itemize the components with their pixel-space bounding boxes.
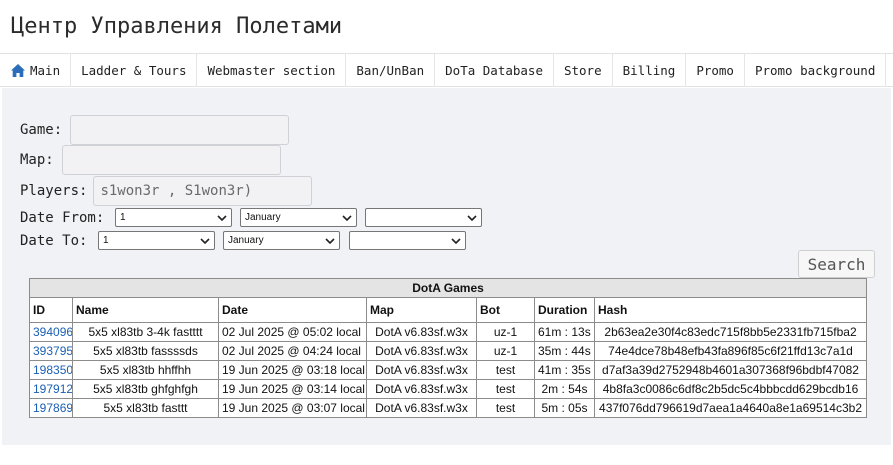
header: Центр Управления Полетами [0, 0, 893, 53]
game-id-link[interactable]: 197869 [33, 401, 72, 415]
table-header-row: ID Name Date Map Bot Duration Hash [29, 297, 868, 323]
players-label: Players: [20, 183, 88, 199]
game-map: DotA v6.83sf.w3x [366, 341, 477, 361]
game-name: 5x5 xl83tb fassssds [72, 341, 219, 361]
game-id-link[interactable]: 393795 [33, 344, 72, 358]
select-value: January [228, 235, 264, 246]
table-row: 393795 5x5 xl83tb fassssds 02 Jul 2025 @… [29, 341, 868, 361]
game-hash: 2b63ea2e30f4c83edc715f8bb5e2331fb715fba2 [593, 322, 868, 342]
nav-item-ban-unban[interactable]: Ban/UnBan [346, 54, 436, 87]
chevron-down-icon [200, 237, 210, 244]
nav-item-label: Main [30, 63, 61, 78]
column-header: Bot [476, 297, 535, 323]
game-bot: test [476, 360, 535, 380]
date-from-row: Date From: 1 January [20, 208, 482, 227]
game-name: 5x5 xl83tb fasttt [72, 398, 219, 418]
nav-item-store[interactable]: Store [554, 54, 613, 87]
game-date: 19 Jun 2025 @ 03:07 local [218, 398, 367, 418]
date-from-year-select[interactable] [365, 208, 482, 227]
game-row: Game: [20, 115, 290, 145]
date-from-month-select[interactable]: January [240, 208, 357, 227]
game-id-link[interactable]: 394096 [33, 325, 72, 339]
table-row: 197912 5x5 xl83tb ghfghfgh 19 Jun 2025 @… [29, 379, 868, 399]
search-button[interactable]: Search [798, 250, 875, 278]
game-bot: uz-1 [476, 341, 535, 361]
game-name: 5x5 xl83tb hhffhh [72, 360, 219, 380]
table-row: 394096 5x5 xl83tb 3-4k fastttt 02 Jul 20… [29, 322, 868, 342]
nav-item-billing[interactable]: Billing [613, 54, 687, 87]
game-date: 19 Jun 2025 @ 03:18 local [218, 360, 367, 380]
column-header: Duration [534, 297, 595, 323]
game-id-link[interactable]: 197912 [33, 382, 72, 396]
column-header: Hash [593, 297, 868, 323]
game-hash: 74e4dce78b48efb43fa896f85c6f21ffd13c7a1d [593, 341, 868, 361]
game-date: 19 Jun 2025 @ 03:14 local [218, 379, 367, 399]
select-value: January [245, 212, 281, 223]
game-bot: uz-1 [476, 322, 535, 342]
game-date: 02 Jul 2025 @ 04:24 local [218, 341, 367, 361]
game-hash: d7af3a39d2752948b4601a307368f96bdbf47082 [593, 360, 868, 380]
column-header: ID [29, 297, 73, 323]
game-duration: 41m : 35s [534, 360, 595, 380]
game-hash: 437f076dd796619d7aea1a4640a8e1a69514c3b2 [593, 398, 868, 418]
chevron-down-icon [325, 237, 335, 244]
table-caption: DotA Games [28, 278, 868, 298]
nav-item-main[interactable]: Main [0, 54, 72, 87]
map-row: Map: [20, 145, 281, 175]
game-duration: 5m : 05s [534, 398, 595, 418]
select-value: 1 [103, 235, 109, 246]
footer-band [0, 445, 893, 465]
game-name: 5x5 xl83tb ghfghfgh [72, 379, 219, 399]
game-date: 02 Jul 2025 @ 05:02 local [218, 322, 367, 342]
game-map: DotA v6.83sf.w3x [366, 322, 477, 342]
players-input[interactable] [93, 176, 313, 206]
main-nav: Main Ladder & Tours Webmaster section Ba… [0, 53, 893, 87]
game-name: 5x5 xl83tb 3-4k fastttt [72, 322, 219, 342]
column-header: Map [366, 297, 477, 323]
date-from-day-select[interactable]: 1 [115, 208, 232, 227]
table-row: 197869 5x5 xl83tb fasttt 19 Jun 2025 @ 0… [29, 398, 868, 418]
nav-item-promo[interactable]: Promo [686, 54, 745, 87]
nav-item-dota-database[interactable]: DoTa Database [435, 54, 554, 87]
nav-item-ladder-tours[interactable]: Ladder & Tours [71, 54, 198, 87]
map-input[interactable] [61, 145, 281, 175]
game-label: Game: [20, 122, 63, 138]
game-hash: 4b8fa3c0086c6df8c2b5dc5c4bbbcdd629bcdb16 [593, 379, 868, 399]
players-row: Players: [20, 176, 313, 206]
chevron-down-icon [217, 214, 227, 221]
game-map: DotA v6.83sf.w3x [366, 398, 477, 418]
game-duration: 2m : 54s [534, 379, 595, 399]
game-bot: test [476, 398, 535, 418]
game-input[interactable] [70, 115, 290, 145]
date-from-label: Date From: [20, 209, 105, 226]
table-row: 198350 5x5 xl83tb hhffhh 19 Jun 2025 @ 0… [29, 360, 868, 380]
date-to-row: Date To: 1 January [20, 231, 466, 250]
game-map: DotA v6.83sf.w3x [366, 360, 477, 380]
game-duration: 35m : 44s [534, 341, 595, 361]
date-to-year-select[interactable] [349, 231, 466, 250]
map-label: Map: [20, 152, 54, 168]
home-icon [11, 64, 25, 77]
chevron-down-icon [342, 214, 352, 221]
date-to-day-select[interactable]: 1 [98, 231, 215, 250]
games-table: DotA Games ID Name Date Map Bot Duration… [28, 278, 868, 418]
date-to-month-select[interactable]: January [223, 231, 340, 250]
column-header: Name [72, 297, 219, 323]
nav-item-webmaster-section[interactable]: Webmaster section [197, 54, 347, 87]
game-map: DotA v6.83sf.w3x [366, 379, 477, 399]
chevron-down-icon [467, 214, 477, 221]
game-id-link[interactable]: 198350 [33, 363, 72, 377]
nav-item-promo-background[interactable]: Promo background [745, 54, 887, 87]
date-to-label: Date To: [20, 232, 88, 249]
game-duration: 61m : 13s [534, 322, 595, 342]
game-bot: test [476, 379, 535, 399]
site-title: Центр Управления Полетами [11, 14, 343, 39]
column-header: Date [218, 297, 367, 323]
select-value: 1 [120, 212, 126, 223]
chevron-down-icon [451, 237, 461, 244]
